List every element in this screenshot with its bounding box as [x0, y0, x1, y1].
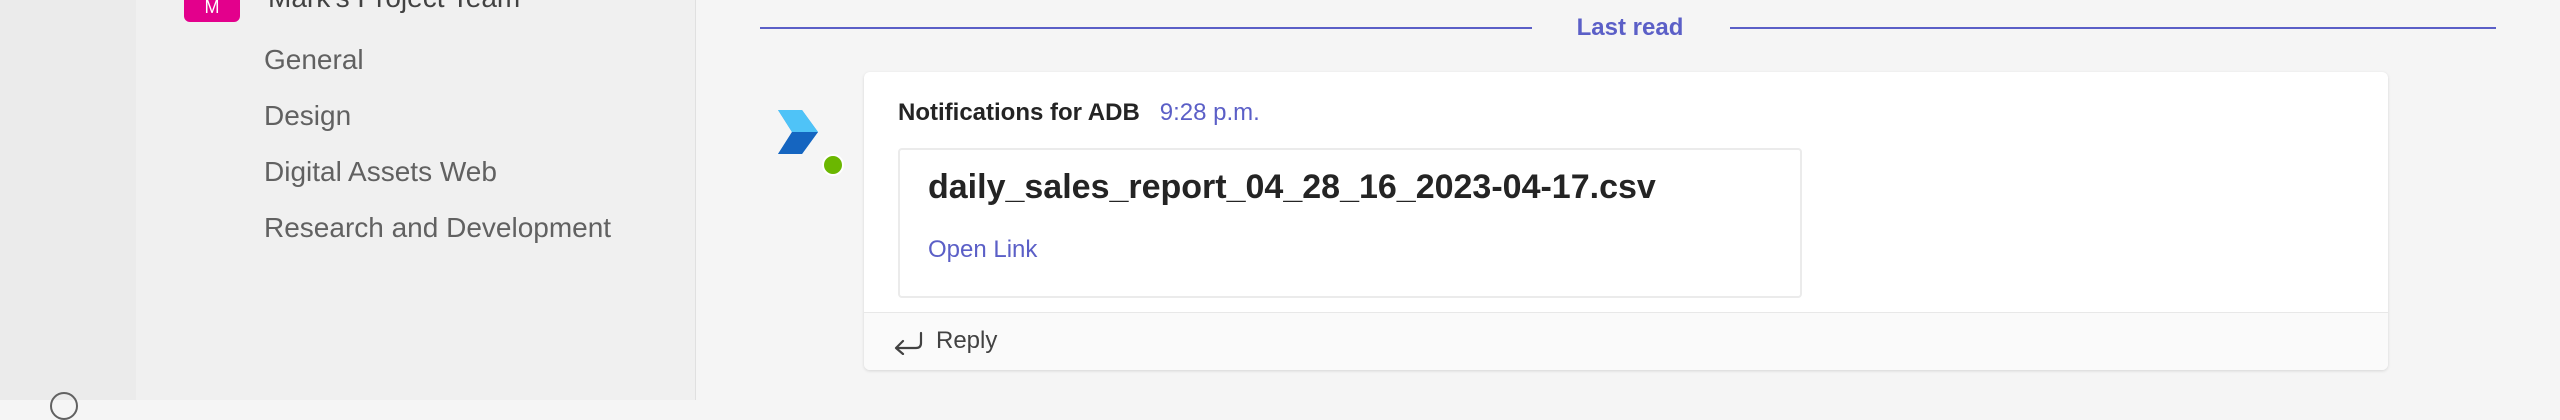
channel-item-digital-assets-web[interactable]: Digital Assets Web: [264, 150, 611, 206]
file-name: daily_sales_report_04_28_16_2023-04-17.c…: [928, 168, 1656, 206]
teams-sidebar: M Mark's Project Team General Design Dig…: [136, 0, 696, 400]
divider-line-right: [1730, 27, 2496, 29]
divider-line-left: [760, 27, 1532, 29]
message-header: Notifications for ADB 9:28 p.m.: [898, 96, 1260, 130]
open-link[interactable]: Open Link: [928, 236, 1037, 264]
chat-pane: Last read Notifications for ADB 9:28 p.m…: [696, 0, 2560, 400]
team-avatar: M: [184, 0, 240, 22]
app-rail: [0, 0, 136, 420]
channel-list: General Design Digital Assets Web Resear…: [264, 38, 611, 262]
sender-name[interactable]: Notifications for ADB: [898, 99, 1140, 127]
channel-item-design[interactable]: Design: [264, 94, 611, 150]
azure-pipelines-icon[interactable]: [778, 110, 818, 154]
attachment-card: daily_sales_report_04_28_16_2023-04-17.c…: [898, 148, 1802, 298]
channel-item-research-and-development[interactable]: Research and Development: [264, 206, 611, 262]
last-read-label: Last read: [1576, 14, 1684, 41]
team-header[interactable]: M Mark's Project Team: [184, 0, 520, 22]
message-timestamp[interactable]: 9:28 p.m.: [1160, 99, 1260, 127]
last-read-divider: Last read: [760, 10, 2496, 46]
help-icon[interactable]: [50, 392, 78, 420]
team-avatar-initials: M: [204, 0, 220, 17]
reply-button[interactable]: Reply: [864, 312, 2388, 370]
reply-label: Reply: [936, 327, 998, 354]
presence-available-icon: [822, 154, 844, 176]
reply-arrow-icon: [894, 331, 923, 355]
message-card: Notifications for ADB 9:28 p.m. daily_sa…: [864, 72, 2388, 370]
team-name: Mark's Project Team: [268, 0, 520, 14]
channel-item-general[interactable]: General: [264, 38, 611, 94]
